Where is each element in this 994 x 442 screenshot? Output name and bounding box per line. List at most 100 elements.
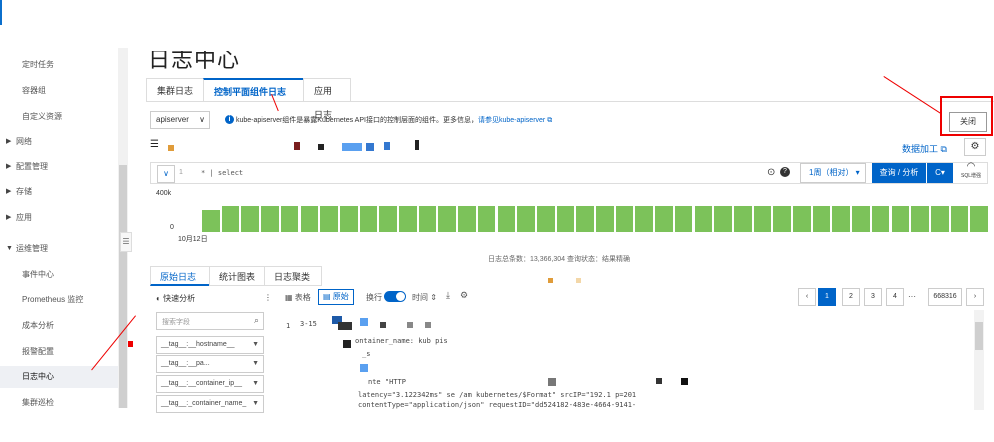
- sidebar-item-cost[interactable]: 成本分析: [0, 315, 128, 337]
- external-link-icon[interactable]: ⧉: [547, 117, 552, 124]
- kube-apiserver-doc-link[interactable]: 请参见kube-apiserver: [478, 117, 545, 124]
- histogram-bar[interactable]: [359, 206, 378, 232]
- query-settings-icon[interactable]: ⊙: [767, 167, 775, 178]
- histogram-bar[interactable]: [497, 206, 516, 232]
- histogram-bar[interactable]: [852, 206, 870, 232]
- log-scrollbar[interactable]: [974, 310, 984, 410]
- sql-enhance-button[interactable]: ◠ SQL增强: [958, 161, 984, 183]
- data-processing-link[interactable]: 数据加工 ⧉: [902, 142, 947, 155]
- more-options-icon[interactable]: ⋮: [264, 293, 272, 302]
- view-table-button[interactable]: ▦ 表格: [285, 292, 311, 303]
- histogram-bar[interactable]: [714, 206, 732, 232]
- sidebar-item-crd[interactable]: 自定义资源: [0, 106, 128, 128]
- field-item[interactable]: __tag__:__pa... ▼: [156, 355, 264, 373]
- tab-app-logs[interactable]: 应用日志: [303, 78, 351, 120]
- histogram-bar[interactable]: [635, 206, 654, 232]
- log-line: nte "HTTP: [368, 378, 406, 386]
- settings-icon[interactable]: ⚙: [460, 290, 468, 301]
- tab-cluster-logs[interactable]: 集群日志: [146, 78, 204, 102]
- histogram-bar[interactable]: [418, 206, 437, 232]
- view-raw-button[interactable]: ▤ 原始: [318, 289, 354, 305]
- histogram-bar[interactable]: [832, 206, 851, 232]
- histogram-bar[interactable]: [674, 206, 693, 232]
- collapse-sidebar-icon[interactable]: ☰: [120, 232, 132, 252]
- sidebar-item-ops[interactable]: ▼ 运维管理: [0, 238, 128, 260]
- sidebar-item-events[interactable]: 事件中心: [0, 264, 128, 286]
- gear-icon[interactable]: ⚙: [964, 138, 986, 156]
- histogram-bar[interactable]: [202, 210, 220, 232]
- sidebar-item-prometheus[interactable]: Prometheus 监控: [0, 289, 128, 311]
- sidebar-item-cron[interactable]: 定时任务: [0, 54, 128, 76]
- histogram-bar[interactable]: [793, 206, 811, 232]
- component-select[interactable]: apiserver ∨: [150, 111, 210, 129]
- sidebar-item-apps[interactable]: ▶ 应用: [0, 207, 128, 229]
- help-icon[interactable]: ?: [780, 167, 790, 177]
- log-histogram[interactable]: 400k 0 10月12日: [150, 186, 990, 250]
- caret-right-icon: ▶: [6, 163, 12, 170]
- sidebar-item-storage[interactable]: ▶ 存储: [0, 181, 128, 203]
- histogram-bar[interactable]: [891, 206, 910, 232]
- sidebar-item-label: 存储: [16, 187, 32, 196]
- histogram-bar[interactable]: [320, 206, 338, 232]
- time-sort-select[interactable]: 时间 ⇕: [412, 292, 437, 303]
- histogram-bar[interactable]: [536, 206, 555, 232]
- expand-query-icon[interactable]: ∨: [157, 165, 175, 183]
- sidebar-item-pods[interactable]: 容器组: [0, 80, 128, 102]
- component-select-value: apiserver: [156, 115, 189, 124]
- field-item[interactable]: __tag__:_container_name_ ▼: [156, 395, 264, 413]
- histogram-bar[interactable]: [261, 206, 279, 232]
- histogram-bar[interactable]: [477, 206, 496, 232]
- histogram-bar[interactable]: [379, 206, 397, 232]
- sidebar-item-log-center[interactable]: 日志中心: [0, 366, 128, 388]
- histogram-bar[interactable]: [241, 206, 260, 232]
- histogram-bar[interactable]: [280, 206, 299, 232]
- wrap-toggle[interactable]: [384, 291, 406, 302]
- histogram-bar[interactable]: [339, 206, 358, 232]
- page-3-button[interactable]: 3: [864, 288, 882, 306]
- sidebar-item-alerts[interactable]: 报警配置: [0, 341, 128, 363]
- tab-raw-logs[interactable]: 原始日志: [150, 266, 210, 286]
- time-range-select[interactable]: 1周（相对） ▾: [800, 163, 866, 183]
- tab-control-plane-logs[interactable]: 控制平面组件日志: [203, 78, 304, 102]
- histogram-bar[interactable]: [753, 206, 772, 232]
- histogram-bar[interactable]: [615, 206, 634, 232]
- refresh-icon[interactable]: C▾: [927, 163, 953, 183]
- tab-charts[interactable]: 统计图表: [209, 266, 265, 286]
- histogram-bar[interactable]: [596, 206, 614, 232]
- histogram-bar[interactable]: [399, 206, 417, 232]
- prev-page-button[interactable]: ‹: [798, 288, 816, 306]
- histogram-bar[interactable]: [911, 206, 929, 232]
- histogram-bar[interactable]: [556, 206, 575, 232]
- page-1-button[interactable]: 1: [818, 288, 836, 306]
- histogram-bar[interactable]: [458, 206, 476, 232]
- sidebar-scroll-thumb[interactable]: [119, 165, 127, 408]
- page-2-button[interactable]: 2: [842, 288, 860, 306]
- search-analyze-button[interactable]: 查询 / 分析: [872, 163, 926, 183]
- field-item[interactable]: __tag__:__hostname__ ▼: [156, 336, 264, 354]
- histogram-bar[interactable]: [655, 206, 673, 232]
- histogram-bar[interactable]: [871, 206, 890, 232]
- histogram-bar[interactable]: [812, 206, 831, 232]
- histogram-bar[interactable]: [221, 206, 240, 232]
- histogram-bar[interactable]: [773, 206, 791, 232]
- histogram-bar[interactable]: [517, 206, 535, 232]
- histogram-bar[interactable]: [300, 206, 319, 232]
- query-input[interactable]: * | select: [201, 169, 243, 177]
- download-icon[interactable]: ⤓: [446, 290, 450, 301]
- tab-log-clusters[interactable]: 日志聚类: [264, 266, 322, 286]
- last-page-button[interactable]: 668316: [928, 288, 962, 306]
- histogram-bar[interactable]: [438, 206, 457, 232]
- histogram-bar[interactable]: [733, 206, 752, 232]
- sidebar-item-network[interactable]: ▶ 网络: [0, 131, 128, 153]
- page-4-button[interactable]: 4: [886, 288, 904, 306]
- histogram-bar[interactable]: [970, 206, 988, 232]
- histogram-bar[interactable]: [576, 206, 594, 232]
- histogram-bar[interactable]: [930, 206, 949, 232]
- histogram-bar[interactable]: [694, 206, 713, 232]
- sidebar-item-config[interactable]: ▶ 配置管理: [0, 156, 128, 178]
- next-page-button[interactable]: ›: [966, 288, 984, 306]
- sidebar-item-inspection[interactable]: 集群巡检: [0, 392, 128, 414]
- histogram-bar[interactable]: [950, 206, 969, 232]
- field-item[interactable]: __tag__:__container_ip__ ▼: [156, 375, 264, 393]
- field-search-input[interactable]: 搜索字段 ⌕: [156, 312, 264, 330]
